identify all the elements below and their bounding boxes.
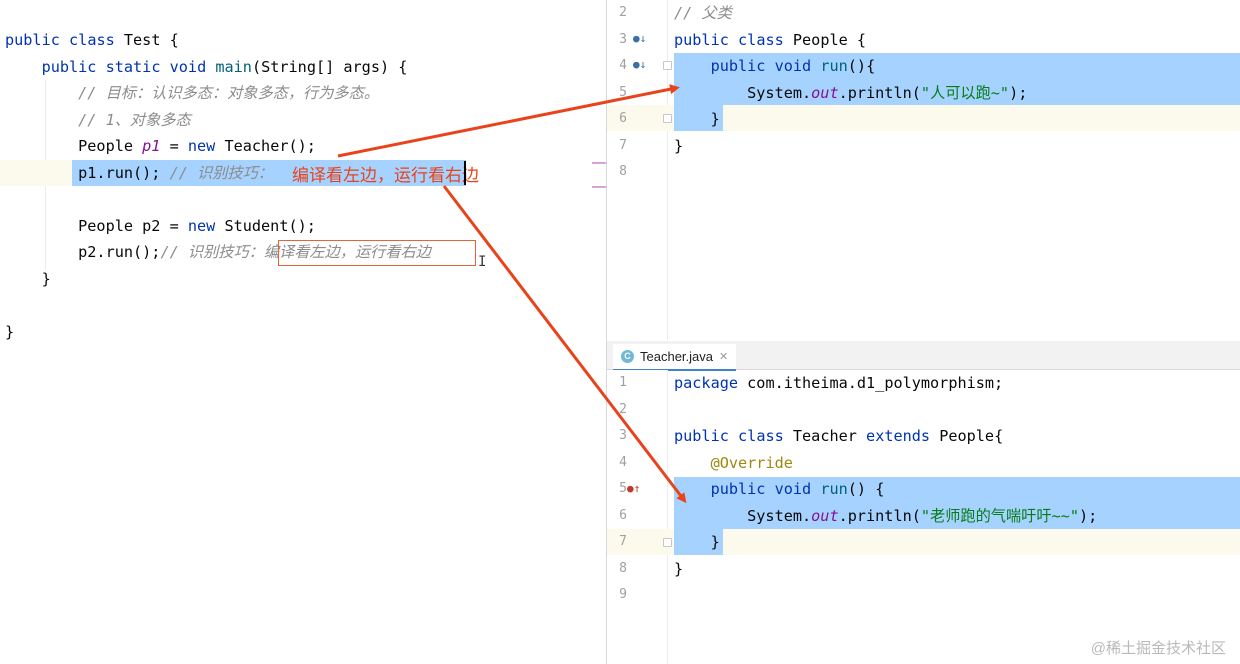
watermark: @稀土掘金技术社区 [1090, 640, 1226, 657]
left-editor[interactable]: public class Test { public static void m… [0, 0, 606, 664]
code-line[interactable]: } [5, 266, 51, 292]
code-line[interactable]: People p1 = new Teacher(); [5, 133, 316, 159]
code-line[interactable]: public class People { [674, 27, 866, 53]
class-icon: C [621, 350, 634, 363]
line-number: 5 [619, 84, 627, 100]
line-number: 5 [619, 481, 627, 496]
line-number: 3 [619, 31, 627, 47]
text-caret [464, 161, 466, 185]
line-number: 4 [619, 454, 627, 470]
line-number: 8 [619, 560, 627, 576]
implemented-icon[interactable]: ●↓ [633, 32, 646, 45]
line-number: 4 [619, 58, 627, 73]
people-editor[interactable]: ●↓ ●↓ 2 // 父类 3 public class People { 4 publ… [607, 0, 1240, 340]
close-icon[interactable]: ✕ [719, 350, 728, 363]
code-line[interactable]: public class Test { [5, 27, 179, 53]
line-number: 2 [619, 5, 627, 20]
line-number: 2 [619, 401, 627, 417]
tab-teacher-java[interactable]: C Teacher.java ✕ [613, 344, 737, 371]
fold-icon[interactable] [663, 61, 672, 70]
line-number: 7 [619, 137, 627, 153]
change-marker [592, 186, 606, 188]
code-line[interactable]: p1.run(); // 识别技巧： [5, 160, 273, 186]
code-line[interactable]: public void run() { [674, 476, 885, 502]
change-marker [592, 162, 606, 164]
code-line[interactable]: public void run(){ [674, 53, 876, 79]
annotation-box [278, 240, 476, 266]
code-line[interactable]: } [674, 133, 683, 159]
line-number: 1 [619, 375, 627, 390]
callout-label: 编译看左边，运行看右边 [292, 166, 479, 185]
code-line[interactable]: } [674, 556, 683, 582]
line-number: 7 [619, 534, 627, 549]
code-line[interactable]: } [5, 319, 14, 345]
teacher-editor[interactable]: C Teacher.java ✕ ●↑ 1 package com.itheima… [607, 341, 1240, 664]
line-number: 8 [619, 164, 627, 179]
code-line[interactable]: // 1、对象多态 [5, 107, 191, 133]
line-number: 3 [619, 428, 627, 443]
text-cursor-icon: I [478, 254, 487, 270]
code-line[interactable]: People p2 = new Student(); [5, 213, 316, 239]
code-line[interactable]: package com.itheima.d1_polymorphism; [674, 370, 1003, 396]
code-line[interactable]: System.out.println("人可以跑~"); [674, 80, 1027, 106]
tab-label: Teacher.java [640, 349, 713, 364]
line-number: 9 [619, 587, 627, 602]
code-line[interactable]: } [674, 529, 720, 555]
code-line[interactable]: // 父类 [674, 0, 732, 26]
code-line[interactable]: } [674, 106, 720, 132]
code-line[interactable]: public static void main(String[] args) { [5, 54, 408, 80]
code-line[interactable]: System.out.println("老师跑的气喘吁吁~~"); [674, 503, 1097, 529]
override-up-icon[interactable]: ●↑ [627, 482, 640, 495]
code-line[interactable]: public class Teacher extends People{ [674, 423, 1003, 449]
fold-icon[interactable] [663, 538, 672, 547]
line-number: 6 [619, 507, 627, 523]
overridden-icon[interactable]: ●↓ [633, 58, 646, 71]
code-line[interactable]: // 目标：认识多态：对象多态，行为多态。 [5, 80, 379, 106]
line-number: 6 [619, 111, 627, 126]
tab-bar: C Teacher.java ✕ [607, 341, 1240, 371]
code-line[interactable]: @Override [674, 450, 793, 476]
fold-icon[interactable] [663, 114, 672, 123]
